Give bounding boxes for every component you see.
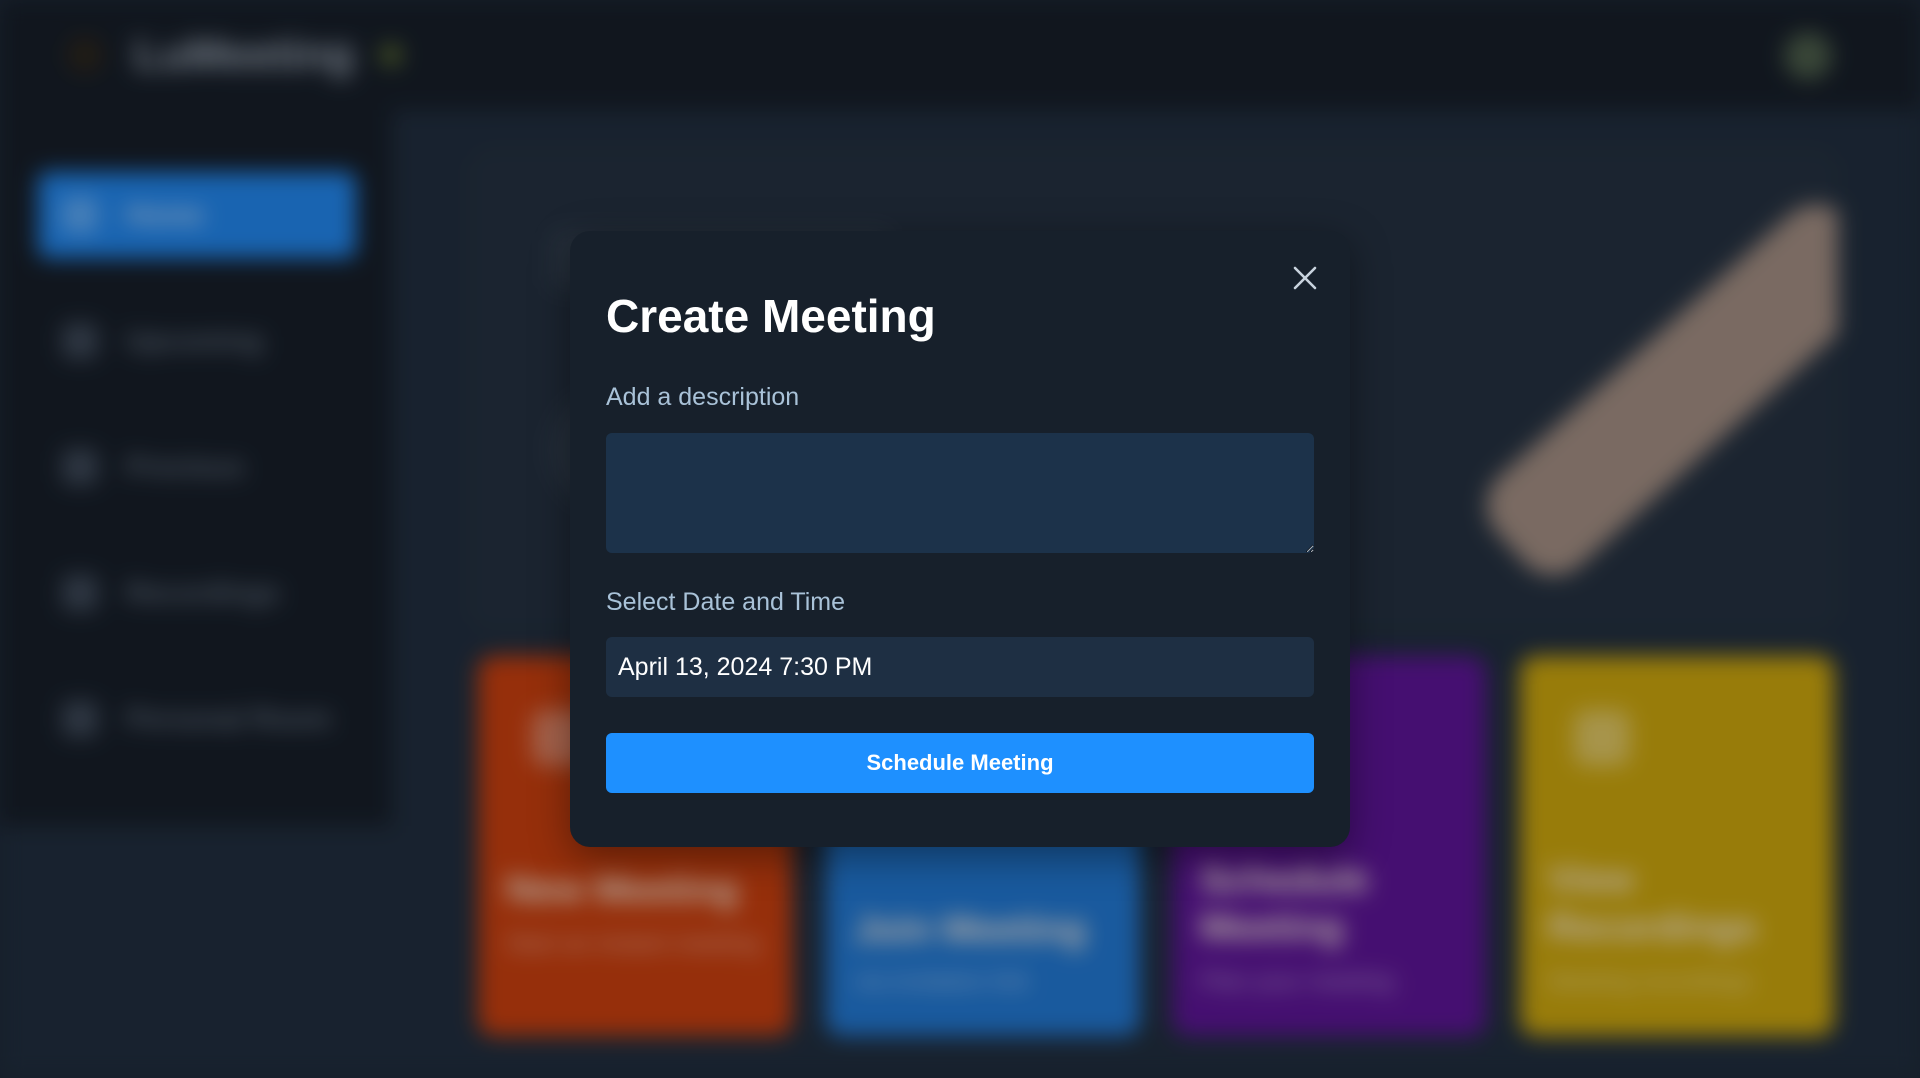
date-time-input[interactable] — [606, 637, 1314, 697]
modal-title: Create Meeting — [606, 290, 936, 342]
create-meeting-modal: Create Meeting Add a description Select … — [570, 231, 1350, 847]
close-icon — [1293, 266, 1317, 290]
description-textarea[interactable] — [606, 433, 1314, 553]
description-label: Add a description — [606, 383, 800, 411]
date-time-label: Select Date and Time — [606, 588, 846, 616]
schedule-meeting-button[interactable]: Schedule Meeting — [606, 733, 1314, 793]
close-button[interactable] — [1286, 259, 1324, 297]
